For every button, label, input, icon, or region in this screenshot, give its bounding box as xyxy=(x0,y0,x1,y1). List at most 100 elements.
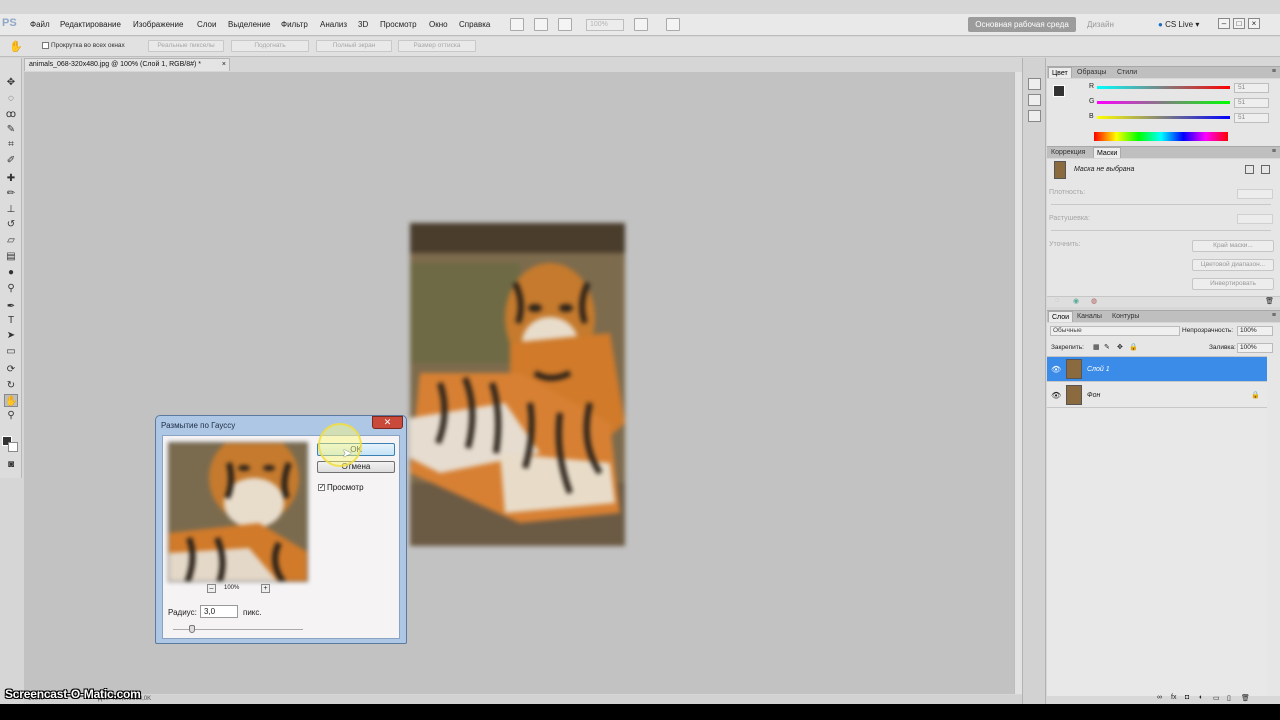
opacity-input[interactable]: 100% xyxy=(1237,326,1273,336)
radius-slider-thumb[interactable] xyxy=(189,625,195,633)
density-input[interactable] xyxy=(1237,189,1273,199)
menu-analysis[interactable]: Анализ xyxy=(320,20,347,29)
new-layer-icon[interactable]: ▯ xyxy=(1227,694,1231,702)
fit-screen-button[interactable]: Подогнать xyxy=(231,40,309,52)
actual-pixels-button[interactable]: Реальные пикселы xyxy=(148,40,224,52)
restore-button[interactable]: □ xyxy=(1233,18,1245,29)
tab-paths[interactable]: Контуры xyxy=(1109,311,1142,322)
tab-swatches[interactable]: Образцы xyxy=(1074,67,1109,78)
blend-mode-select[interactable]: Обычные xyxy=(1050,326,1180,336)
zoom-in-button[interactable]: + xyxy=(261,584,270,593)
density-slider[interactable] xyxy=(1051,204,1271,205)
color-fg-swatch[interactable] xyxy=(1053,85,1065,97)
menu-view[interactable]: Просмотр xyxy=(380,20,417,29)
layer-row-background[interactable]: 👁 Фон 🔒 xyxy=(1047,383,1267,408)
minimize-button[interactable]: – xyxy=(1218,18,1230,29)
panel-menu-icon[interactable]: ≡ xyxy=(1272,68,1276,75)
feather-slider[interactable] xyxy=(1051,230,1271,231)
add-mask-icon[interactable]: ◘ xyxy=(1185,694,1189,701)
screen-mode-icon[interactable] xyxy=(666,18,680,31)
dialog-close-button[interactable]: ✕ xyxy=(372,416,403,429)
menu-window[interactable]: Окно xyxy=(429,20,448,29)
load-selection-icon[interactable]: ◌ xyxy=(1055,297,1059,304)
channel-b-value[interactable]: 51 xyxy=(1234,113,1269,123)
hand-tool-icon[interactable]: ✋ xyxy=(4,394,18,407)
scroll-all-windows-checkbox[interactable]: Прокрутка во всех окнах xyxy=(42,42,125,49)
tab-adjustments[interactable]: Коррекция xyxy=(1048,147,1088,158)
menu-layers[interactable]: Слои xyxy=(197,20,216,29)
tab-styles[interactable]: Стили xyxy=(1114,67,1140,78)
quick-select-tool-icon[interactable]: ✎ xyxy=(4,123,18,136)
dodge-tool-icon[interactable]: ⚲ xyxy=(4,282,18,295)
new-group-icon[interactable]: ▭ xyxy=(1213,694,1220,702)
close-tab-icon[interactable]: × xyxy=(222,59,226,71)
layer-style-icon[interactable]: fx xyxy=(1171,694,1176,701)
radius-input[interactable]: 3,0 xyxy=(200,605,238,618)
zoom-level-select[interactable]: 100% xyxy=(586,19,624,31)
eyedropper-tool-icon[interactable]: ✐ xyxy=(4,154,18,167)
lock-position-icon[interactable]: ✥ xyxy=(1117,343,1123,351)
3d-rotate-tool-icon[interactable]: ⟳ xyxy=(4,363,18,376)
channel-g-value[interactable]: 51 xyxy=(1234,98,1269,108)
zoom-out-button[interactable]: – xyxy=(207,584,216,593)
invert-button[interactable]: Инвертировать xyxy=(1192,278,1274,290)
visibility-eye-icon[interactable]: 👁 xyxy=(1051,365,1061,374)
launch-bridge-icon[interactable] xyxy=(510,18,524,31)
cs-live-button[interactable]: ● CS Live ▾ xyxy=(1158,20,1199,29)
quick-mask-icon[interactable]: ◙ xyxy=(4,458,18,471)
color-spectrum-bar[interactable] xyxy=(1094,132,1228,141)
shape-tool-icon[interactable]: ▭ xyxy=(4,345,18,358)
healing-brush-tool-icon[interactable]: ✚ xyxy=(4,172,18,185)
menu-filter[interactable]: Фильтр xyxy=(281,20,308,29)
type-tool-icon[interactable]: T xyxy=(4,314,18,327)
pen-tool-icon[interactable]: ✒ xyxy=(4,300,18,313)
lock-image-icon[interactable]: ✎ xyxy=(1104,343,1110,351)
design-workspace-link[interactable]: Дизайн xyxy=(1087,20,1114,29)
arrange-documents-icon[interactable] xyxy=(634,18,648,31)
delete-mask-icon[interactable]: 🗑 xyxy=(1265,297,1274,305)
3d-orbit-tool-icon[interactable]: ↻ xyxy=(4,379,18,392)
launch-minibridge-icon[interactable] xyxy=(534,18,548,31)
layers-menu-icon[interactable]: ≡ xyxy=(1272,312,1276,319)
disable-mask-icon[interactable]: ◍ xyxy=(1091,297,1097,305)
actions-panel-icon[interactable] xyxy=(1028,110,1041,122)
tab-color[interactable]: Цвет xyxy=(1048,67,1072,78)
marquee-tool-icon[interactable]: ◌ xyxy=(4,92,18,105)
hand-tool-preset-icon[interactable]: ✋ xyxy=(9,40,23,53)
gradient-tool-icon[interactable]: ▤ xyxy=(4,250,18,263)
delete-layer-icon[interactable]: 🗑 xyxy=(1241,694,1250,702)
move-tool-icon[interactable]: ✥ xyxy=(4,76,18,89)
menu-image[interactable]: Изображение xyxy=(133,20,183,29)
lock-all-icon[interactable]: 🔒 xyxy=(1129,343,1138,351)
add-vector-mask-icon[interactable] xyxy=(1261,165,1270,174)
canvas-vertical-scrollbar[interactable] xyxy=(1014,72,1022,694)
tab-layers[interactable]: Слои xyxy=(1048,311,1074,322)
mask-edge-button[interactable]: Край маски... xyxy=(1192,240,1274,252)
document-tab[interactable]: animals_068-320x480.jpg @ 100% (Слой 1, … xyxy=(24,58,230,71)
tab-channels[interactable]: Каналы xyxy=(1074,311,1105,322)
blur-tool-icon[interactable]: ● xyxy=(4,266,18,279)
path-selection-tool-icon[interactable]: ➤ xyxy=(4,329,18,342)
menu-3d[interactable]: 3D xyxy=(358,20,368,29)
eraser-tool-icon[interactable]: ▱ xyxy=(4,234,18,247)
tab-masks[interactable]: Маски xyxy=(1093,147,1122,158)
preview-checkbox[interactable]: ✓ Просмотр xyxy=(318,483,364,492)
background-color-swatch[interactable] xyxy=(8,442,18,452)
workspace-button[interactable]: Основная рабочая среда xyxy=(968,17,1076,32)
clone-stamp-tool-icon[interactable]: ⊥ xyxy=(4,203,18,216)
adjustment-layer-icon[interactable]: ◐ xyxy=(1199,694,1203,701)
fill-screen-button[interactable]: Полный экран xyxy=(316,40,392,52)
crop-tool-icon[interactable]: ⌗ xyxy=(4,138,18,151)
channel-r-slider[interactable] xyxy=(1097,86,1230,89)
history-brush-tool-icon[interactable]: ↺ xyxy=(4,218,18,231)
view-extras-icon[interactable] xyxy=(558,18,572,31)
visibility-eye-icon[interactable]: 👁 xyxy=(1051,391,1061,400)
channel-r-value[interactable]: 51 xyxy=(1234,83,1269,93)
feather-input[interactable] xyxy=(1237,214,1273,224)
close-window-button[interactable]: × xyxy=(1248,18,1260,29)
print-size-button[interactable]: Размер оттиска xyxy=(398,40,476,52)
menu-file[interactable]: Файл xyxy=(30,20,50,29)
mini-bridge-icon[interactable] xyxy=(1028,78,1041,90)
channel-b-slider[interactable] xyxy=(1097,116,1230,119)
blur-preview-image[interactable] xyxy=(168,442,308,582)
